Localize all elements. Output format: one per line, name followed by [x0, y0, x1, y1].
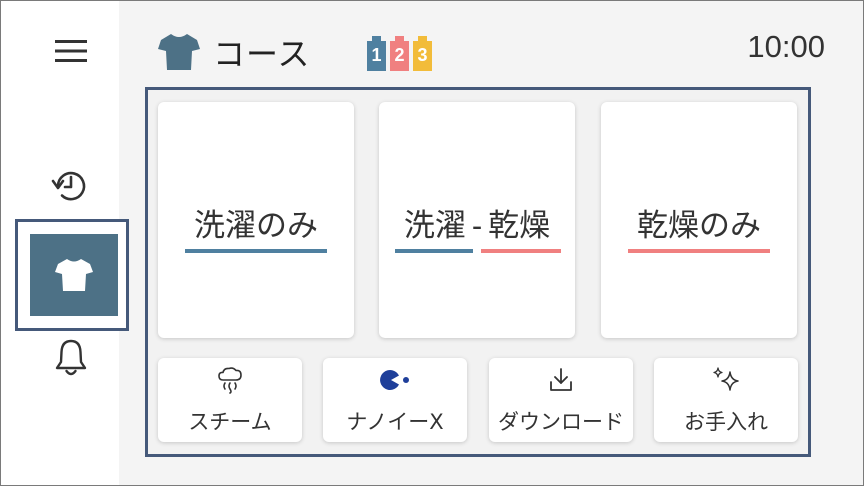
steam-icon-wrap: [158, 366, 302, 394]
dry-underline: [481, 249, 561, 253]
hamburger-menu-icon: [55, 40, 87, 62]
download-icon: [550, 368, 572, 391]
nanoe-x-icon-wrap: [323, 366, 467, 394]
wash-underline: [185, 249, 327, 253]
shirt-icon: [158, 34, 200, 70]
maintenance-button[interactable]: お手入れ: [654, 358, 798, 442]
history-icon: [51, 171, 86, 201]
nanoe-x-label: ナノイーX: [346, 410, 444, 434]
step-badge-number: 3: [417, 45, 428, 65]
notification-button[interactable]: [41, 333, 101, 383]
washer-panel-screen: コース 1 2 3 10:00 洗濯のみ 洗濯 - 乾燥 乾燥のみ スチーム ナ…: [0, 0, 864, 486]
step-badges: 1 2 3: [367, 35, 432, 71]
steam-icon: [218, 367, 242, 394]
history-button[interactable]: [41, 161, 101, 211]
course-selection-panel: 洗濯のみ 洗濯 - 乾燥 乾燥のみ スチーム ナノイーX ダウンロード お手入れ: [145, 87, 811, 457]
dry-underline: [628, 249, 770, 253]
wash-dry-label-wash: 洗濯: [403, 208, 466, 244]
course-nav-button[interactable]: [30, 234, 118, 316]
sparkle-icon-wrap: [654, 366, 798, 394]
nanoe-x-button[interactable]: ナノイーX: [323, 358, 467, 442]
sparkle-icon: [713, 367, 739, 391]
page-title: コース: [213, 35, 311, 73]
step-badge-3: 3: [413, 35, 432, 71]
wash-dry-separator: -: [471, 208, 483, 243]
menu-button[interactable]: [41, 31, 101, 71]
download-label: ダウンロード: [498, 410, 624, 434]
clock: 10:00: [747, 29, 825, 64]
download-icon-wrap: [489, 366, 633, 394]
wash-dry-label: 洗濯 - 乾燥: [379, 200, 575, 245]
steam-button[interactable]: スチーム: [158, 358, 302, 442]
sidebar: [1, 1, 129, 485]
step-badge-number: 2: [394, 45, 405, 65]
steam-label: スチーム: [188, 410, 272, 434]
maintenance-label: お手入れ: [684, 410, 768, 434]
dry-only-card[interactable]: 乾燥のみ: [601, 102, 797, 338]
wash-dry-label-dry: 乾燥: [488, 208, 551, 244]
wash-underline: [395, 249, 473, 253]
download-button[interactable]: ダウンロード: [489, 358, 633, 442]
step-badge-number: 1: [371, 45, 382, 65]
step-badge-2: 2: [390, 35, 409, 71]
wash-only-label: 洗濯のみ: [194, 208, 318, 244]
nanoe-x-icon: [380, 370, 409, 390]
course-nav-selected-frame: [15, 219, 129, 331]
dry-only-label: 乾燥のみ: [637, 208, 761, 244]
step-badge-1: 1: [367, 35, 386, 71]
bell-icon: [55, 339, 87, 376]
wash-only-card[interactable]: 洗濯のみ: [158, 102, 354, 338]
header-title-group: コース: [157, 29, 310, 75]
wash-dry-card[interactable]: 洗濯 - 乾燥: [379, 102, 575, 338]
shirt-icon: [55, 259, 93, 291]
